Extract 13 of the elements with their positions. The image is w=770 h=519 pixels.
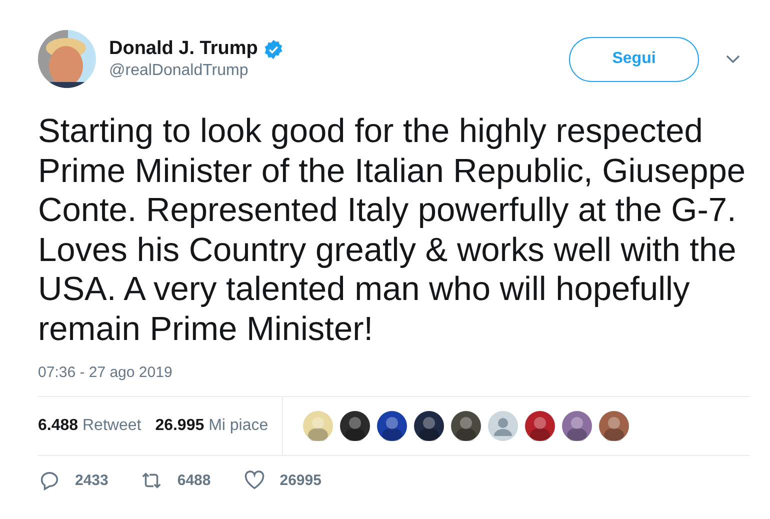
- timestamp[interactable]: 07:36 - 27 ago 2019: [38, 364, 172, 381]
- retweet-button[interactable]: 6488: [140, 468, 211, 492]
- stat-count[interactable]: 26.995 Mi piace: [155, 416, 268, 435]
- chevron-down-icon[interactable]: [726, 54, 740, 64]
- reply-button[interactable]: 2433: [38, 468, 108, 492]
- stat-count[interactable]: 6.488 Retweet: [38, 416, 142, 435]
- follow-button[interactable]: Segui: [569, 36, 699, 82]
- author-handle[interactable]: @realDonaldTrump: [109, 62, 569, 80]
- heart-icon: [242, 468, 266, 492]
- like-button[interactable]: 26995: [242, 468, 322, 492]
- author-name[interactable]: Donald J. Trump: [109, 38, 258, 60]
- tweet-text: Starting to look good for the highly respected Prime Minister of the Italian Republic, Giuseppe Conte. Represented Italy powerfully at the G-7. Loves his Country greatly & works well with the USA. A very talented man who will hopefully remain Prime Minister!: [38, 112, 747, 350]
- default-avatar-icon[interactable]: [488, 410, 518, 441]
